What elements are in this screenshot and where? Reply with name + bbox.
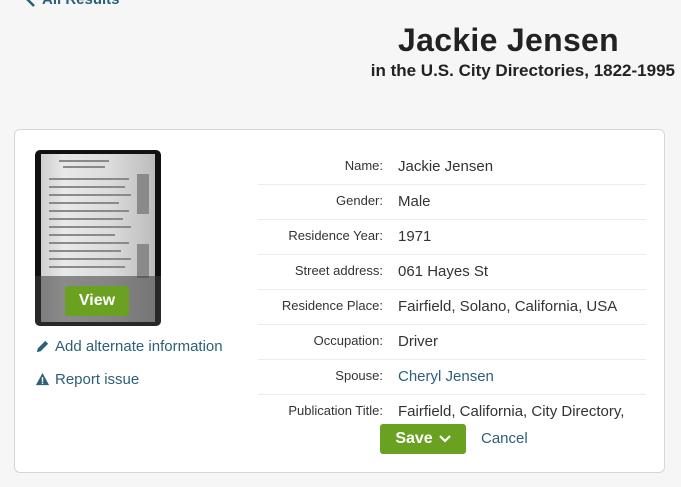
fact-label: Spouse:: [335, 368, 383, 383]
fact-row-name: Name: Jackie Jensen: [258, 150, 646, 185]
record-facts-table: Name: Jackie Jensen Gender: Male Residen…: [258, 150, 646, 451]
record-image-thumbnail[interactable]: View: [35, 150, 161, 326]
fact-value: Male: [398, 193, 431, 210]
fact-value: Fairfield, Solano, California, USA: [398, 298, 618, 315]
save-button[interactable]: Save: [380, 424, 466, 454]
add-alternate-info-link[interactable]: Add alternate information: [35, 338, 223, 355]
fact-row-residence-place: Residence Place: Fairfield, Solano, Cali…: [258, 290, 646, 325]
fact-row-gender: Gender: Male: [258, 185, 646, 220]
fact-row-spouse: Spouse: Cheryl Jensen: [258, 360, 646, 395]
fact-row-occupation: Occupation: Driver: [258, 325, 646, 360]
cancel-link[interactable]: Cancel: [481, 430, 528, 447]
fact-row-street-address: Street address: 061 Hayes St: [258, 255, 646, 290]
report-issue-label: Report issue: [55, 371, 140, 388]
fact-label: Publication Title:: [288, 403, 383, 418]
save-label: Save: [395, 430, 433, 447]
fact-value: 1971: [398, 228, 432, 245]
chevron-left-icon: [26, 0, 35, 7]
add-alternate-info-label: Add alternate information: [55, 338, 223, 355]
fact-label: Name:: [344, 158, 383, 173]
fact-label: Residence Year:: [288, 228, 383, 243]
fact-label: Residence Place:: [281, 298, 383, 313]
fact-value: 061 Hayes St: [398, 263, 489, 280]
fact-value: Jackie Jensen: [398, 158, 494, 175]
warning-icon: [35, 372, 50, 386]
fact-label: Street address:: [294, 263, 383, 278]
spouse-link[interactable]: Cheryl Jensen: [398, 360, 646, 395]
page-title: Jackie Jensen: [398, 22, 619, 58]
fact-label: Gender:: [336, 193, 383, 208]
pencil-icon: [36, 340, 49, 353]
all-results-label: All Results: [42, 0, 120, 8]
fact-row-residence-year: Residence Year: 1971: [258, 220, 646, 255]
record-card: View Add alternate information Report is…: [14, 129, 665, 473]
view-image-button[interactable]: View: [65, 286, 129, 316]
fact-value: Driver: [398, 333, 438, 350]
report-issue-link[interactable]: Report issue: [35, 371, 139, 388]
chevron-down-icon: [438, 435, 451, 443]
page-subtitle: in the U.S. City Directories, 1822-1995: [370, 61, 675, 80]
fact-label: Occupation:: [313, 333, 383, 348]
all-results-link[interactable]: All Results: [26, 0, 120, 8]
